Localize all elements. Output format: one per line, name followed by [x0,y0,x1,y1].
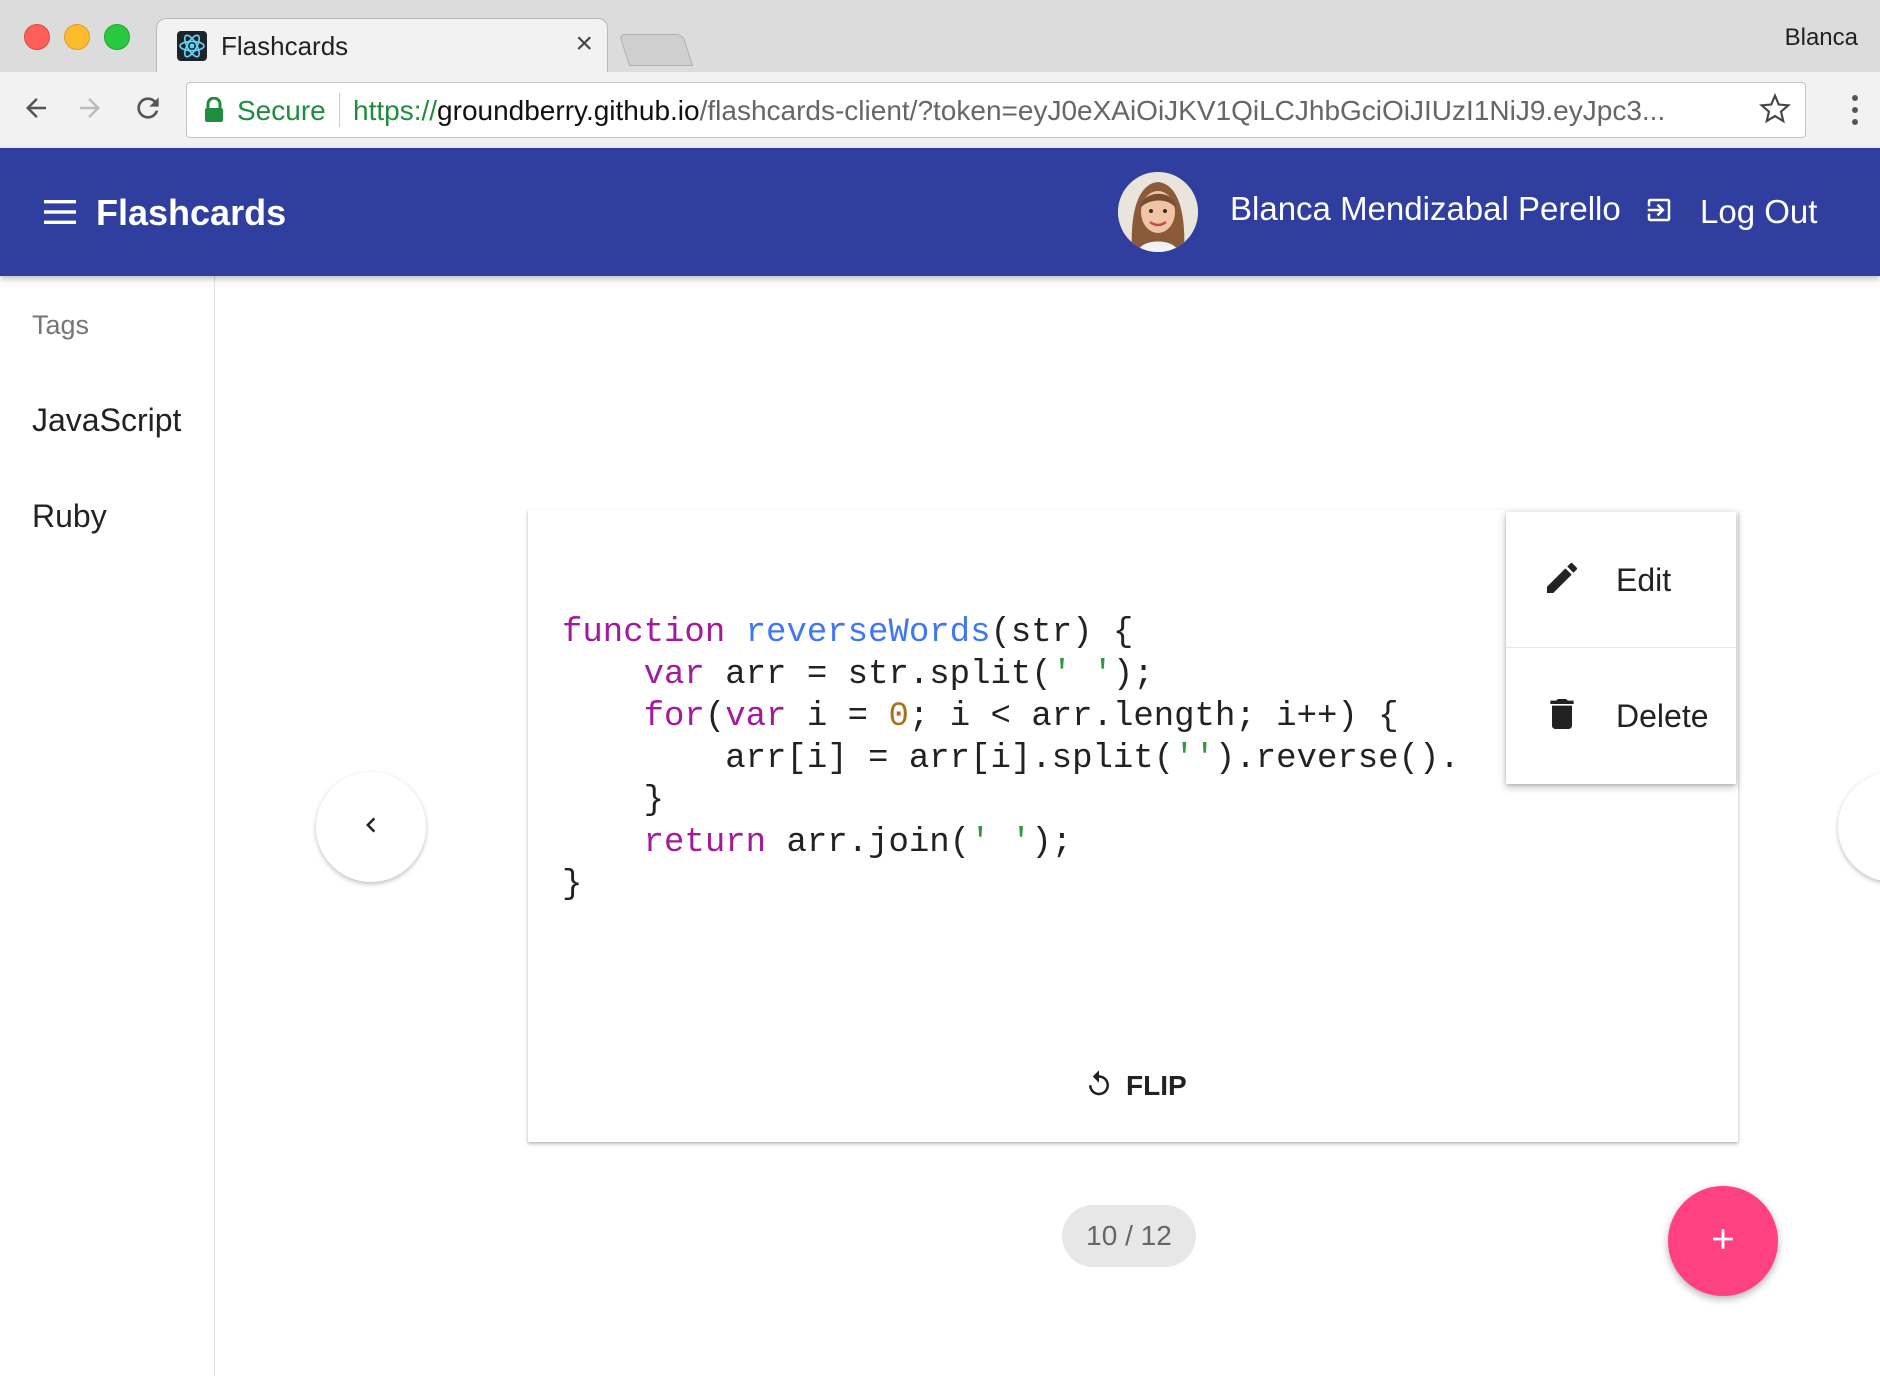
edit-label: Edit [1616,562,1672,598]
tab-close-button[interactable]: × [575,27,593,61]
sidebar: Tags JavaScript Ruby [0,276,215,1376]
browser-menu-icon[interactable] [1850,94,1860,131]
url-scheme: https:// [353,95,438,126]
secure-label: Secure [237,95,326,126]
previous-card-button[interactable] [316,772,426,882]
add-card-button[interactable] [1668,1186,1778,1296]
trash-icon [1542,694,1582,739]
user-name: Blanca Mendizabal Perello [1230,190,1621,227]
code-line: arr[i] = arr[i].split('').reverse(). [562,740,1460,778]
edit-menu-item[interactable]: Edit [1506,512,1736,646]
avatar[interactable] [1118,172,1198,252]
code-snippet: function reverseWords(str) { var arr = s… [562,612,1460,906]
react-atom-icon [177,31,207,61]
arrow-right-icon [75,93,105,128]
chevron-left-icon [356,810,386,845]
url-text[interactable]: https://groundberry.github.io/flashcards… [353,95,1753,127]
maximize-window-button[interactable] [104,24,130,50]
arrow-left-icon [21,93,51,128]
new-tab-button[interactable] [618,34,694,66]
code-line: function reverseWords(str) { [562,614,1134,652]
reload-button[interactable] [128,90,168,130]
flip-button[interactable]: FLIP [1084,1066,1187,1106]
plus-icon [1706,1222,1740,1261]
delete-label: Delete [1616,698,1709,734]
flip-label: FLIP [1126,1070,1187,1101]
browser-tab-bar: Flashcards × Blanca [0,0,1880,73]
code-line: } [562,866,583,904]
hamburger-icon[interactable] [44,200,76,229]
address-bar[interactable]: Secure https://groundberry.github.io/fla… [186,82,1806,138]
code-line: } [562,782,665,820]
logout-button[interactable]: Log Out [1644,188,1817,236]
minimize-window-button[interactable] [64,24,90,50]
delete-menu-item[interactable]: Delete [1506,648,1736,782]
app-title: Flashcards [96,192,287,233]
next-card-button[interactable] [1838,772,1880,882]
browser-toolbar: Secure https://groundberry.github.io/fla… [0,72,1880,149]
star-outline-icon[interactable] [1759,92,1791,130]
url-path: /flashcards-client/?token=eyJ0eXAiOiJKV1… [699,95,1666,126]
browser-profile-name[interactable]: Blanca [1785,24,1858,52]
code-line: var arr = str.split(' '); [643,656,1154,694]
tags-header: Tags [32,310,90,340]
sidebar-item-javascript[interactable]: JavaScript [32,402,181,439]
url-host: groundberry.github.io [437,95,700,126]
card-counter: 10 / 12 [1062,1205,1196,1267]
lock-icon [203,96,225,128]
back-button[interactable] [16,90,56,130]
forward-button[interactable] [70,90,110,130]
logout-label: Log Out [1700,193,1818,230]
close-window-button[interactable] [24,24,50,50]
sidebar-item-ruby[interactable]: Ruby [32,498,107,535]
tab-title: Flashcards [221,31,349,61]
code-line: return arr.join(' '); [643,824,1073,862]
code-line: for(var i = 0; i < arr.length; i++) { [643,698,1399,736]
browser-tab-active[interactable]: Flashcards × [156,18,608,73]
pencil-icon [1542,558,1582,603]
address-divider [339,93,340,127]
app-header: Flashcards Blanca Mendizabal Perello Log… [0,148,1880,276]
reload-icon [132,92,164,129]
rotate-left-icon [1084,1069,1114,1104]
card-menu: Edit Delete [1506,512,1736,784]
exit-icon [1644,195,1674,230]
